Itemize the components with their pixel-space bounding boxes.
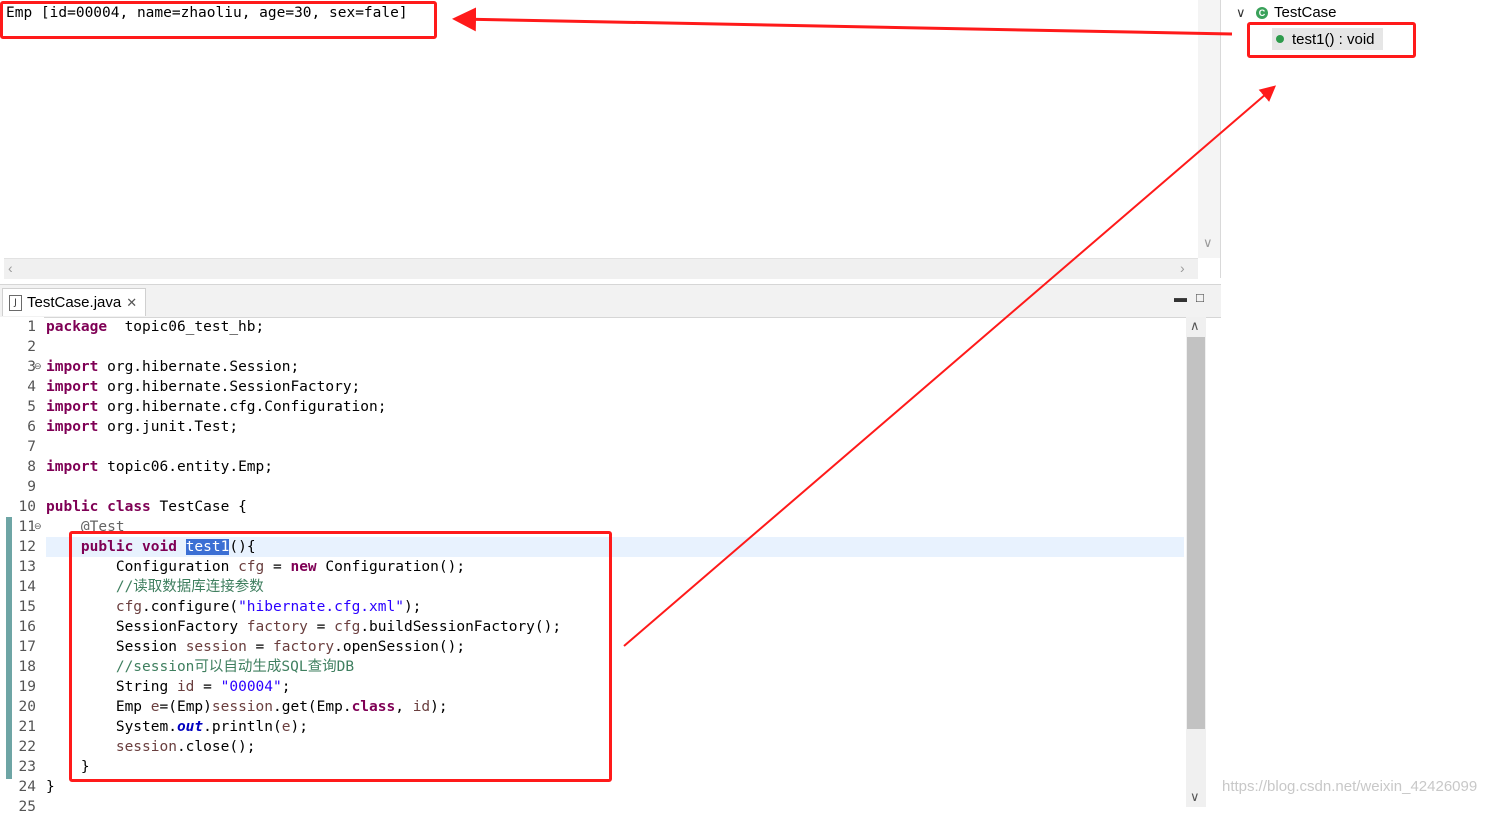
arrow-to-outline-method [623, 85, 1277, 647]
watermark: https://blog.csdn.net/weixin_42426099 [1222, 778, 1478, 795]
annotation-arrows [452, 7, 1277, 647]
arrow-to-console-output [452, 7, 1233, 36]
